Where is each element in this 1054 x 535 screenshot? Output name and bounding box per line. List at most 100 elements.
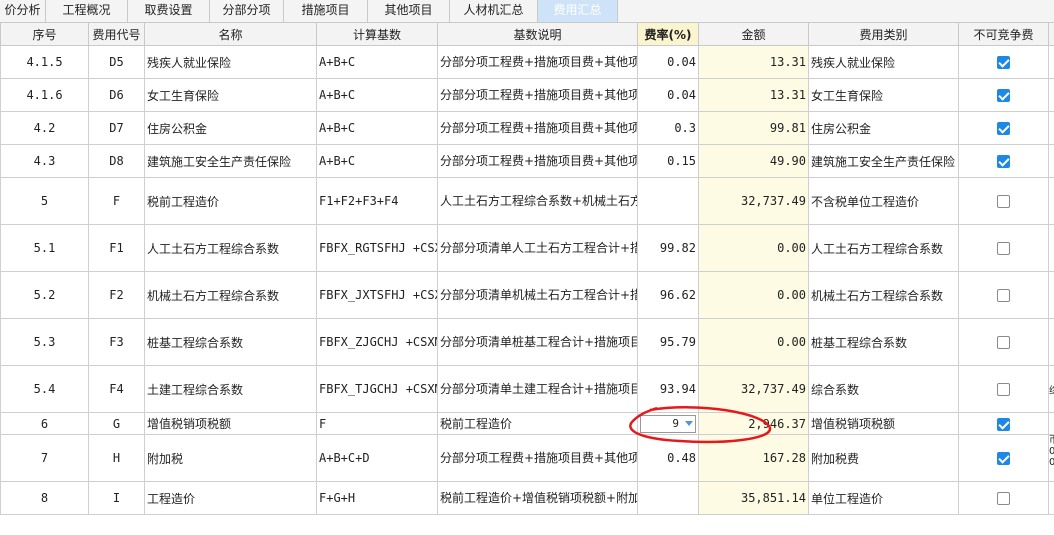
cell-code[interactable]: G: [88, 412, 145, 435]
cell-name[interactable]: 女工生育保险: [144, 78, 317, 112]
cell-seq[interactable]: 4.3: [0, 144, 89, 178]
cell-category[interactable]: 人工土石方工程综合系数: [808, 224, 959, 272]
cell-rate[interactable]: [637, 177, 699, 225]
cell-base[interactable]: FBFX_JXTSFHJ +CSXM_JXTSFHJ +GF_JXTSFHJ: [316, 271, 438, 319]
cell-category[interactable]: 桩基工程综合系数: [808, 318, 959, 366]
col-header-rate[interactable]: 费率(%): [637, 22, 699, 46]
table-row[interactable]: 5.4F4土建工程综合系数FBFX_TJGCHJ +CSXM_TJGCHJ +G…: [0, 365, 1054, 413]
cell-code[interactable]: I: [88, 481, 145, 515]
cell-base[interactable]: A+B+C: [316, 144, 438, 178]
cell-name[interactable]: 机械土石方工程综合系数: [144, 271, 317, 319]
noncompete-checkbox[interactable]: [997, 56, 1010, 69]
cell-noncompete[interactable]: [958, 224, 1049, 272]
tab-4[interactable]: 分部分项: [210, 0, 284, 22]
table-row[interactable]: 4.1.6D6女工生育保险A+B+C分部分项工程费+措施项目费+其他项目费0.0…: [0, 78, 1054, 112]
cell-rate[interactable]: 93.94: [637, 365, 699, 413]
cell-seq[interactable]: 8: [0, 481, 89, 515]
cell-desc[interactable]: 分部分项工程费+措施项目费+其他项目费: [437, 144, 638, 178]
cell-name[interactable]: 土建工程综合系数: [144, 365, 317, 413]
cell-noncompete[interactable]: [958, 318, 1049, 366]
cell-desc[interactable]: 税前工程造价: [437, 412, 638, 435]
cell-category[interactable]: 建筑施工安全生产责任保险: [808, 144, 959, 178]
cell-rate[interactable]: 0.15: [637, 144, 699, 178]
table-row[interactable]: 5.2F2机械土石方工程综合系数FBFX_JXTSFHJ +CSXM_JXTSF…: [0, 271, 1054, 319]
col-header-code[interactable]: 费用代号: [88, 22, 145, 46]
tab-6[interactable]: 其他项目: [368, 0, 450, 22]
cell-name[interactable]: 税前工程造价: [144, 177, 317, 225]
noncompete-checkbox[interactable]: [997, 122, 1010, 135]
table-row[interactable]: 7H附加税A+B+C+D分部分项工程费+措施项目费+其他项目费+规费0.4816…: [0, 434, 1054, 482]
cell-name[interactable]: 住房公积金: [144, 111, 317, 145]
noncompete-checkbox[interactable]: [997, 89, 1010, 102]
cell-noncompete[interactable]: [958, 365, 1049, 413]
cell-code[interactable]: D6: [88, 78, 145, 112]
cell-category[interactable]: 综合系数: [808, 365, 959, 413]
cell-seq[interactable]: 5.1: [0, 224, 89, 272]
noncompete-checkbox[interactable]: [997, 452, 1010, 465]
cell-seq[interactable]: 5.2: [0, 271, 89, 319]
cell-name[interactable]: 工程造价: [144, 481, 317, 515]
noncompete-checkbox[interactable]: [997, 155, 1010, 168]
cell-seq[interactable]: 4.2: [0, 111, 89, 145]
cell-seq[interactable]: 5.4: [0, 365, 89, 413]
cell-noncompete[interactable]: [958, 434, 1049, 482]
chevron-down-icon[interactable]: [685, 421, 693, 426]
cell-rate[interactable]: 96.62: [637, 271, 699, 319]
cell-name[interactable]: 人工土石方工程综合系数: [144, 224, 317, 272]
cell-desc[interactable]: 分部分项工程费+措施项目费+其他项目费: [437, 111, 638, 145]
cell-seq[interactable]: 5: [0, 177, 89, 225]
cell-noncompete[interactable]: [958, 45, 1049, 79]
cell-category[interactable]: 住房公积金: [808, 111, 959, 145]
cell-code[interactable]: F4: [88, 365, 145, 413]
cell-desc[interactable]: 分部分项清单人工土石方工程合计+措施项目人工土石方工程合计+规费人工土石方工程合…: [437, 224, 638, 272]
cell-rate[interactable]: 0.48: [637, 434, 699, 482]
table-row[interactable]: 8 I 工程造价 F+G+H 税前工程造价+增值税销项税额+附加税 35,851.14 单位…: [0, 481, 1054, 515]
cell-desc[interactable]: 分部分项清单机械土石方工程合计+措施项目机械土石方工程合计+规费机械土石方工程合…: [437, 271, 638, 319]
cell-seq[interactable]: 7: [0, 434, 89, 482]
noncompete-checkbox[interactable]: [997, 417, 1010, 431]
cell-category[interactable]: 女工生育保险: [808, 78, 959, 112]
table-row[interactable]: 4.2D7住房公积金A+B+C分部分项工程费+措施项目费+其他项目费0.399.…: [0, 111, 1054, 145]
table-row[interactable]: 5.1F1人工土石方工程综合系数FBFX_RGTSFHJ +CSXM_RGTSF…: [0, 224, 1054, 272]
cell-code[interactable]: D8: [88, 144, 145, 178]
cell-code[interactable]: H: [88, 434, 145, 482]
tab-1[interactable]: 价分析: [0, 0, 46, 22]
cell-code[interactable]: F2: [88, 271, 145, 319]
cell-desc[interactable]: 税前工程造价+增值税销项税额+附加税: [437, 481, 638, 515]
cell-base[interactable]: A+B+C: [316, 111, 438, 145]
table-row[interactable]: 5F税前工程造价F1+F2+F3+F4人工土石方工程综合系数+机械土石方工程综合…: [0, 177, 1054, 225]
cell-base[interactable]: A+B+C: [316, 45, 438, 79]
table-row[interactable]: 5.3F3桩基工程综合系数FBFX_ZJGCHJ +CSXM_ZJGCHJ +G…: [0, 318, 1054, 366]
cell-noncompete[interactable]: [958, 271, 1049, 319]
noncompete-checkbox[interactable]: [997, 195, 1010, 208]
cell-noncompete[interactable]: [958, 481, 1049, 515]
cell-name[interactable]: 建筑施工安全生产责任保险: [144, 144, 317, 178]
cell-base[interactable]: F: [316, 412, 438, 435]
cell-name[interactable]: 桩基工程综合系数: [144, 318, 317, 366]
tab-8[interactable]: 费用汇总: [538, 0, 618, 22]
cell-base[interactable]: F1+F2+F3+F4: [316, 177, 438, 225]
table-row[interactable]: 6 G 增值税销项税额 F 税前工程造价 9 2,946.37 增值税销项税额: [0, 412, 1054, 435]
cell-name[interactable]: 增值税销项税额: [144, 412, 317, 435]
cell-desc[interactable]: 分部分项工程费+措施项目费+其他项目费: [437, 78, 638, 112]
cell-rate[interactable]: 0.04: [637, 78, 699, 112]
cell-noncompete[interactable]: [958, 177, 1049, 225]
cell-rate[interactable]: 99.82: [637, 224, 699, 272]
tab-3[interactable]: 取费设置: [128, 0, 210, 22]
cell-category[interactable]: 不含税单位工程造价: [808, 177, 959, 225]
cell-noncompete[interactable]: [958, 111, 1049, 145]
cell-code[interactable]: D7: [88, 111, 145, 145]
cell-category[interactable]: 单位工程造价: [808, 481, 959, 515]
cell-category[interactable]: 增值税销项税额: [808, 412, 959, 435]
cell-base[interactable]: FBFX_ZJGCHJ +CSXM_ZJGCHJ +GF_ZJGCHJ: [316, 318, 438, 366]
cell-code[interactable]: D5: [88, 45, 145, 79]
cell-rate[interactable]: 9: [637, 412, 699, 435]
cell-category[interactable]: 附加税费: [808, 434, 959, 482]
cell-seq[interactable]: 4.1.6: [0, 78, 89, 112]
cell-base[interactable]: FBFX_TJGCHJ +CSXM_TJGCHJ +GF_TJGCHJ+C: [316, 365, 438, 413]
cell-desc[interactable]: 分部分项工程费+措施项目费+其他项目费+规费: [437, 434, 638, 482]
tab-5[interactable]: 措施项目: [284, 0, 368, 22]
cell-rate[interactable]: 0.3: [637, 111, 699, 145]
cell-desc[interactable]: 分部分项工程费+措施项目费+其他项目费: [437, 45, 638, 79]
cell-desc[interactable]: 人工土石方工程综合系数+机械土石方工程综合系数+桩基工程综合系数+土建工程综合系…: [437, 177, 638, 225]
